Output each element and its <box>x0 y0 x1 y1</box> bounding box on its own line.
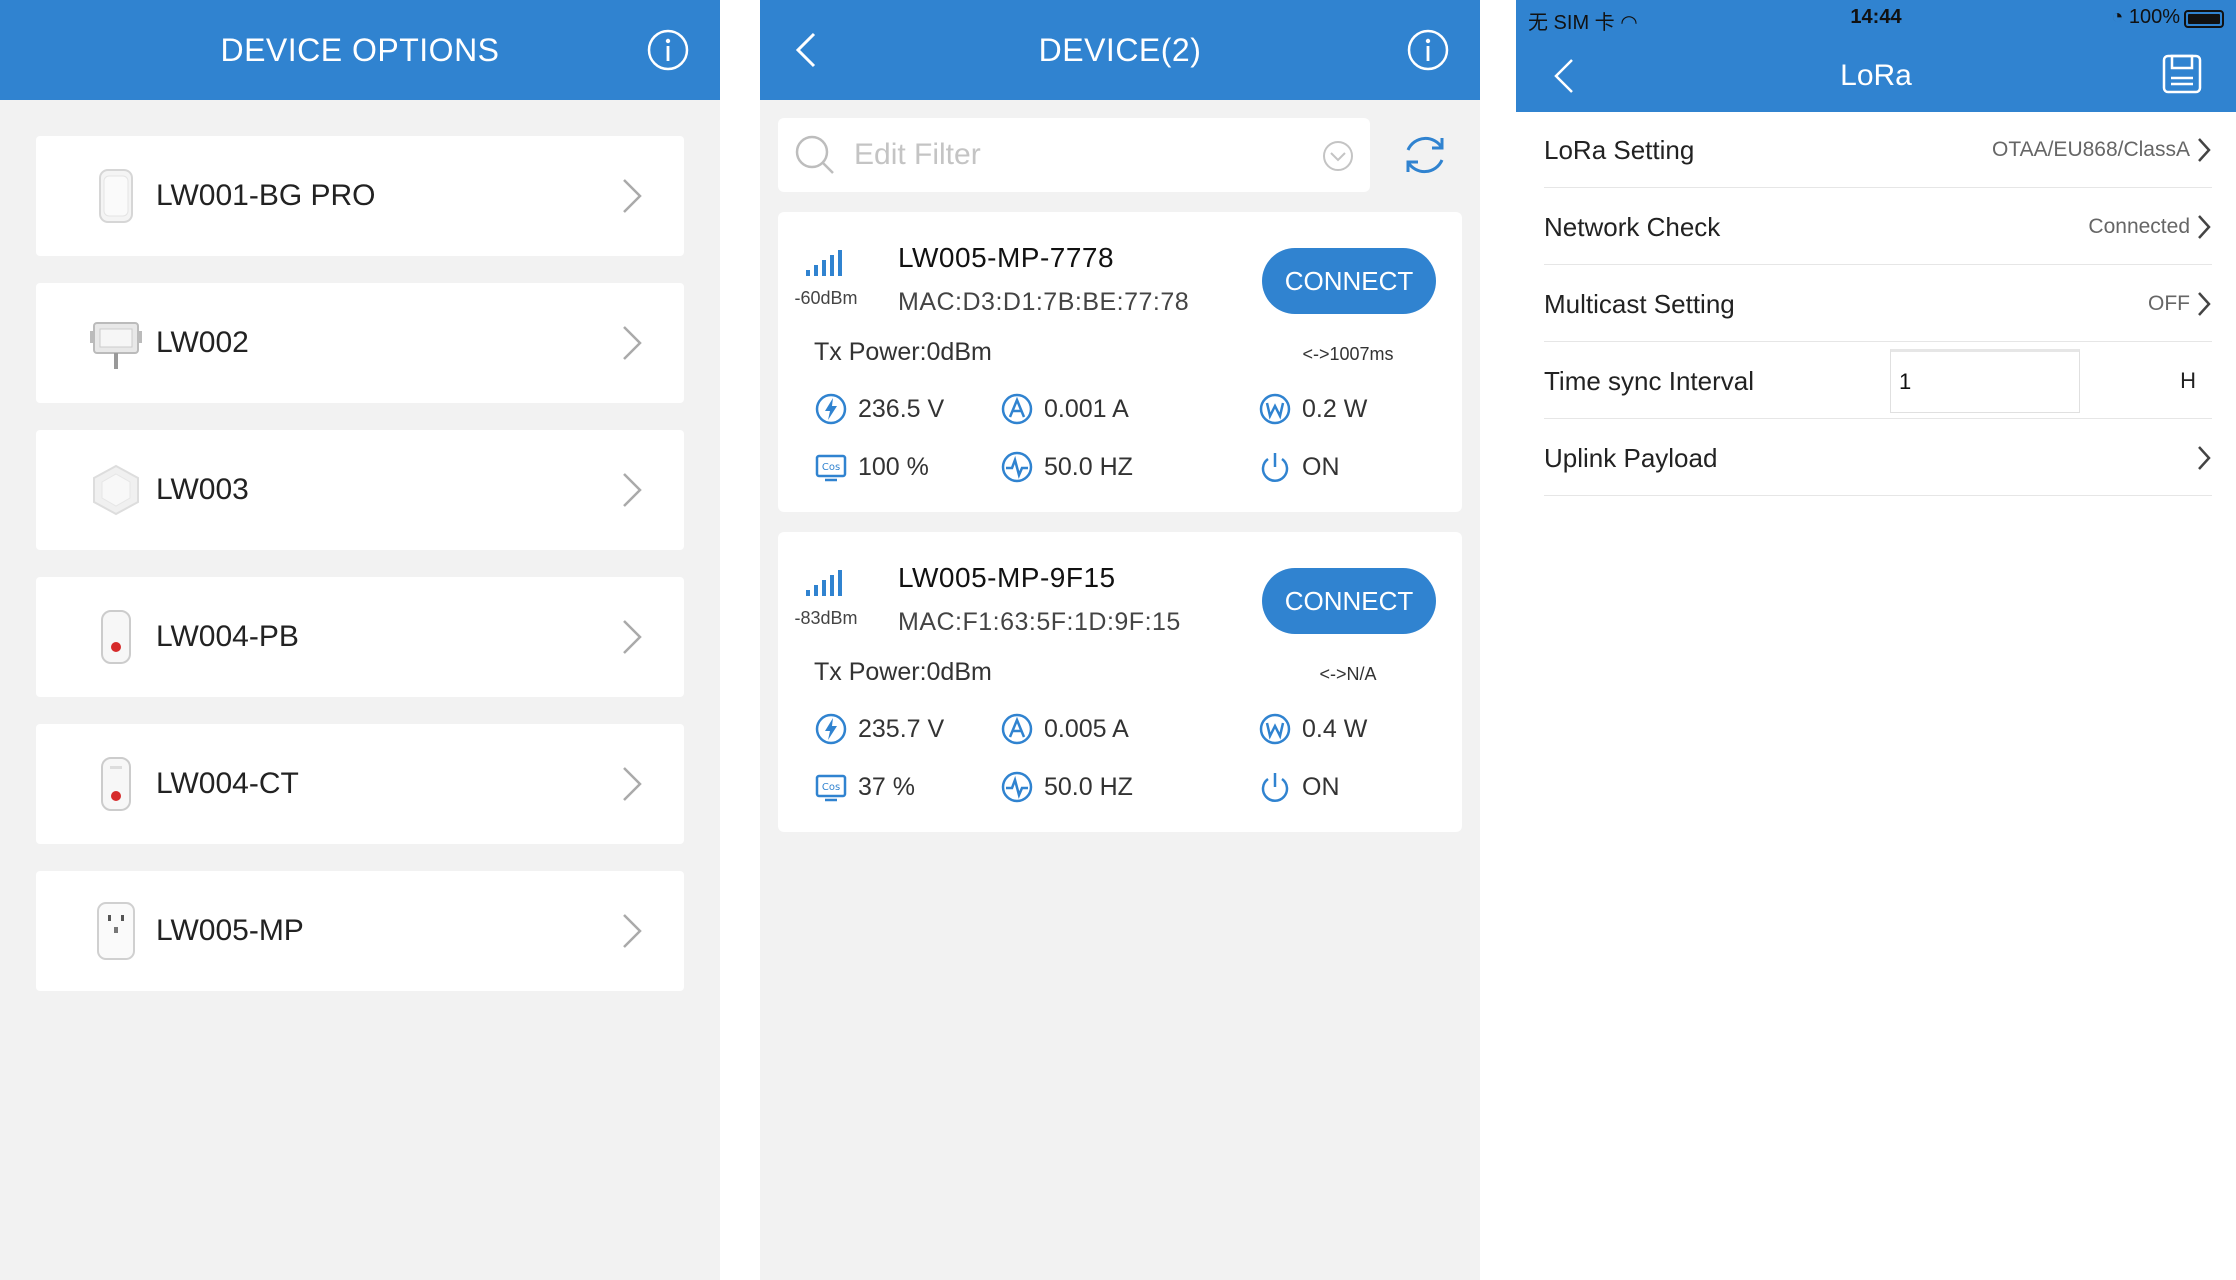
power-watt-icon <box>1258 712 1292 746</box>
search-input[interactable] <box>854 118 1294 192</box>
frequency-icon <box>1000 770 1034 804</box>
multicast-setting-row[interactable]: Multicast Setting OFF <box>1544 266 2212 342</box>
navbar: 无 SIM 卡 ◠ 14:44 ◔ 100% LoRa <box>1516 0 2236 112</box>
page-title: DEVICE(2) <box>1038 32 1202 68</box>
device-item-lw003[interactable]: LW003 <box>36 430 684 550</box>
device-thumbnail <box>84 458 148 522</box>
navbar: DEVICE(2) <box>760 0 1480 100</box>
device-name: LW005-MP-7778 <box>898 242 1115 273</box>
rssi-value: -60dBm <box>794 288 858 308</box>
device-item-lw005-mp[interactable]: LW005-MP <box>36 871 684 991</box>
battery-percent: ◔ 100% <box>2111 6 2180 28</box>
device-card[interactable]: -83dBm LW005-MP-9F15 MAC:F1:63:5F:1D:9F:… <box>778 532 1462 832</box>
chevron-right-icon <box>2198 138 2211 162</box>
connect-button[interactable]: CONNECT <box>1262 568 1436 634</box>
tx-power: Tx Power:0dBm <box>814 658 992 686</box>
signal-strength-icon <box>806 250 842 276</box>
power-factor-icon: Cos <box>814 450 848 484</box>
power-switch-icon <box>1258 770 1292 804</box>
broadcast-interval: <->1007ms <box>1302 344 1394 364</box>
chevron-right-icon <box>620 617 644 657</box>
screenshot-stage: DEVICE OPTIONS LW001-BG PRO LW002 LW003 <box>0 0 2236 1280</box>
device-mac: MAC:D3:D1:7B:BE:77:78 <box>898 288 1190 316</box>
chevron-right-icon <box>620 176 644 216</box>
voltage-icon <box>814 712 848 746</box>
battery-icon <box>2184 10 2224 28</box>
device-thumbnail <box>84 752 148 816</box>
device-item-lw004-pb[interactable]: LW004-PB <box>36 577 684 697</box>
device-item-lw004-ct[interactable]: LW004-CT <box>36 724 684 844</box>
device-label: LW004-PB <box>156 620 299 653</box>
device-list-screen: DEVICE(2) -60dBm LW005-MP-7778 MAC:D3:D1… <box>760 0 1480 1280</box>
chevron-right-icon <box>620 323 644 363</box>
status-bar: 无 SIM 卡 ◠ 14:44 ◔ 100% <box>1516 0 2236 36</box>
device-label: LW004-CT <box>156 767 299 800</box>
orientation-lock-icon: ◔ <box>2111 6 2124 28</box>
device-item-lw002[interactable]: LW002 <box>36 283 684 403</box>
time-sync-unit: H <box>2180 368 2196 393</box>
device-label: LW003 <box>156 473 249 506</box>
chevron-right-icon <box>2198 446 2211 470</box>
network-check-row[interactable]: Network Check Connected <box>1544 189 2212 265</box>
search-icon <box>795 135 834 174</box>
chevron-right-icon <box>620 470 644 510</box>
device-thumbnail <box>84 311 148 375</box>
device-thumbnail <box>84 899 148 963</box>
time-sync-input[interactable] <box>1890 349 2080 413</box>
svg-text:Cos: Cos <box>822 782 840 793</box>
power-switch-icon <box>1258 450 1292 484</box>
power-watt-icon <box>1258 392 1292 426</box>
voltage-icon <box>814 392 848 426</box>
lora-setting-row[interactable]: LoRa Setting OTAA/EU868/ClassA <box>1544 112 2212 188</box>
save-icon[interactable] <box>2160 52 2204 96</box>
tx-power: Tx Power:0dBm <box>814 338 992 366</box>
device-label: LW002 <box>156 326 249 359</box>
device-thumbnail <box>84 164 148 228</box>
device-card[interactable]: -60dBm LW005-MP-7778 MAC:D3:D1:7B:BE:77:… <box>778 212 1462 512</box>
frequency-icon <box>1000 450 1034 484</box>
navbar: DEVICE OPTIONS <box>0 0 720 100</box>
device-options-screen: DEVICE OPTIONS LW001-BG PRO LW002 LW003 <box>0 0 720 1280</box>
broadcast-interval: <->N/A <box>1319 664 1377 684</box>
chevron-right-icon <box>2198 215 2211 239</box>
device-thumbnail <box>84 605 148 669</box>
info-icon[interactable] <box>646 28 690 72</box>
signal-strength-icon <box>806 570 842 596</box>
power-factor-icon: Cos <box>814 770 848 804</box>
device-label: LW001-BG PRO <box>156 179 376 212</box>
page-title: DEVICE OPTIONS <box>220 32 500 68</box>
svg-text:Cos: Cos <box>822 462 840 473</box>
rssi-value: -83dBm <box>794 608 858 628</box>
chevron-right-icon <box>620 764 644 804</box>
page-title: LoRa <box>1840 59 1912 92</box>
chevron-down-circle-icon[interactable] <box>1322 140 1354 172</box>
device-name: LW005-MP-9F15 <box>898 562 1116 593</box>
lora-settings-screen: 无 SIM 卡 ◠ 14:44 ◔ 100% LoRa LoRa Setting… <box>1516 0 2236 1280</box>
uplink-payload-row[interactable]: Uplink Payload <box>1544 420 2212 496</box>
chevron-right-icon <box>620 911 644 951</box>
chevron-right-icon <box>2198 292 2211 316</box>
refresh-icon[interactable] <box>1400 130 1450 180</box>
time-sync-row: Time sync Interval H <box>1544 343 2212 419</box>
current-icon <box>1000 712 1034 746</box>
device-mac: MAC:F1:63:5F:1D:9F:15 <box>898 608 1181 636</box>
info-icon[interactable] <box>1406 28 1450 72</box>
device-item-lw001-bg-pro[interactable]: LW001-BG PRO <box>36 136 684 256</box>
current-icon <box>1000 392 1034 426</box>
connect-button[interactable]: CONNECT <box>1262 248 1436 314</box>
device-label: LW005-MP <box>156 914 304 947</box>
search-box <box>778 118 1370 192</box>
